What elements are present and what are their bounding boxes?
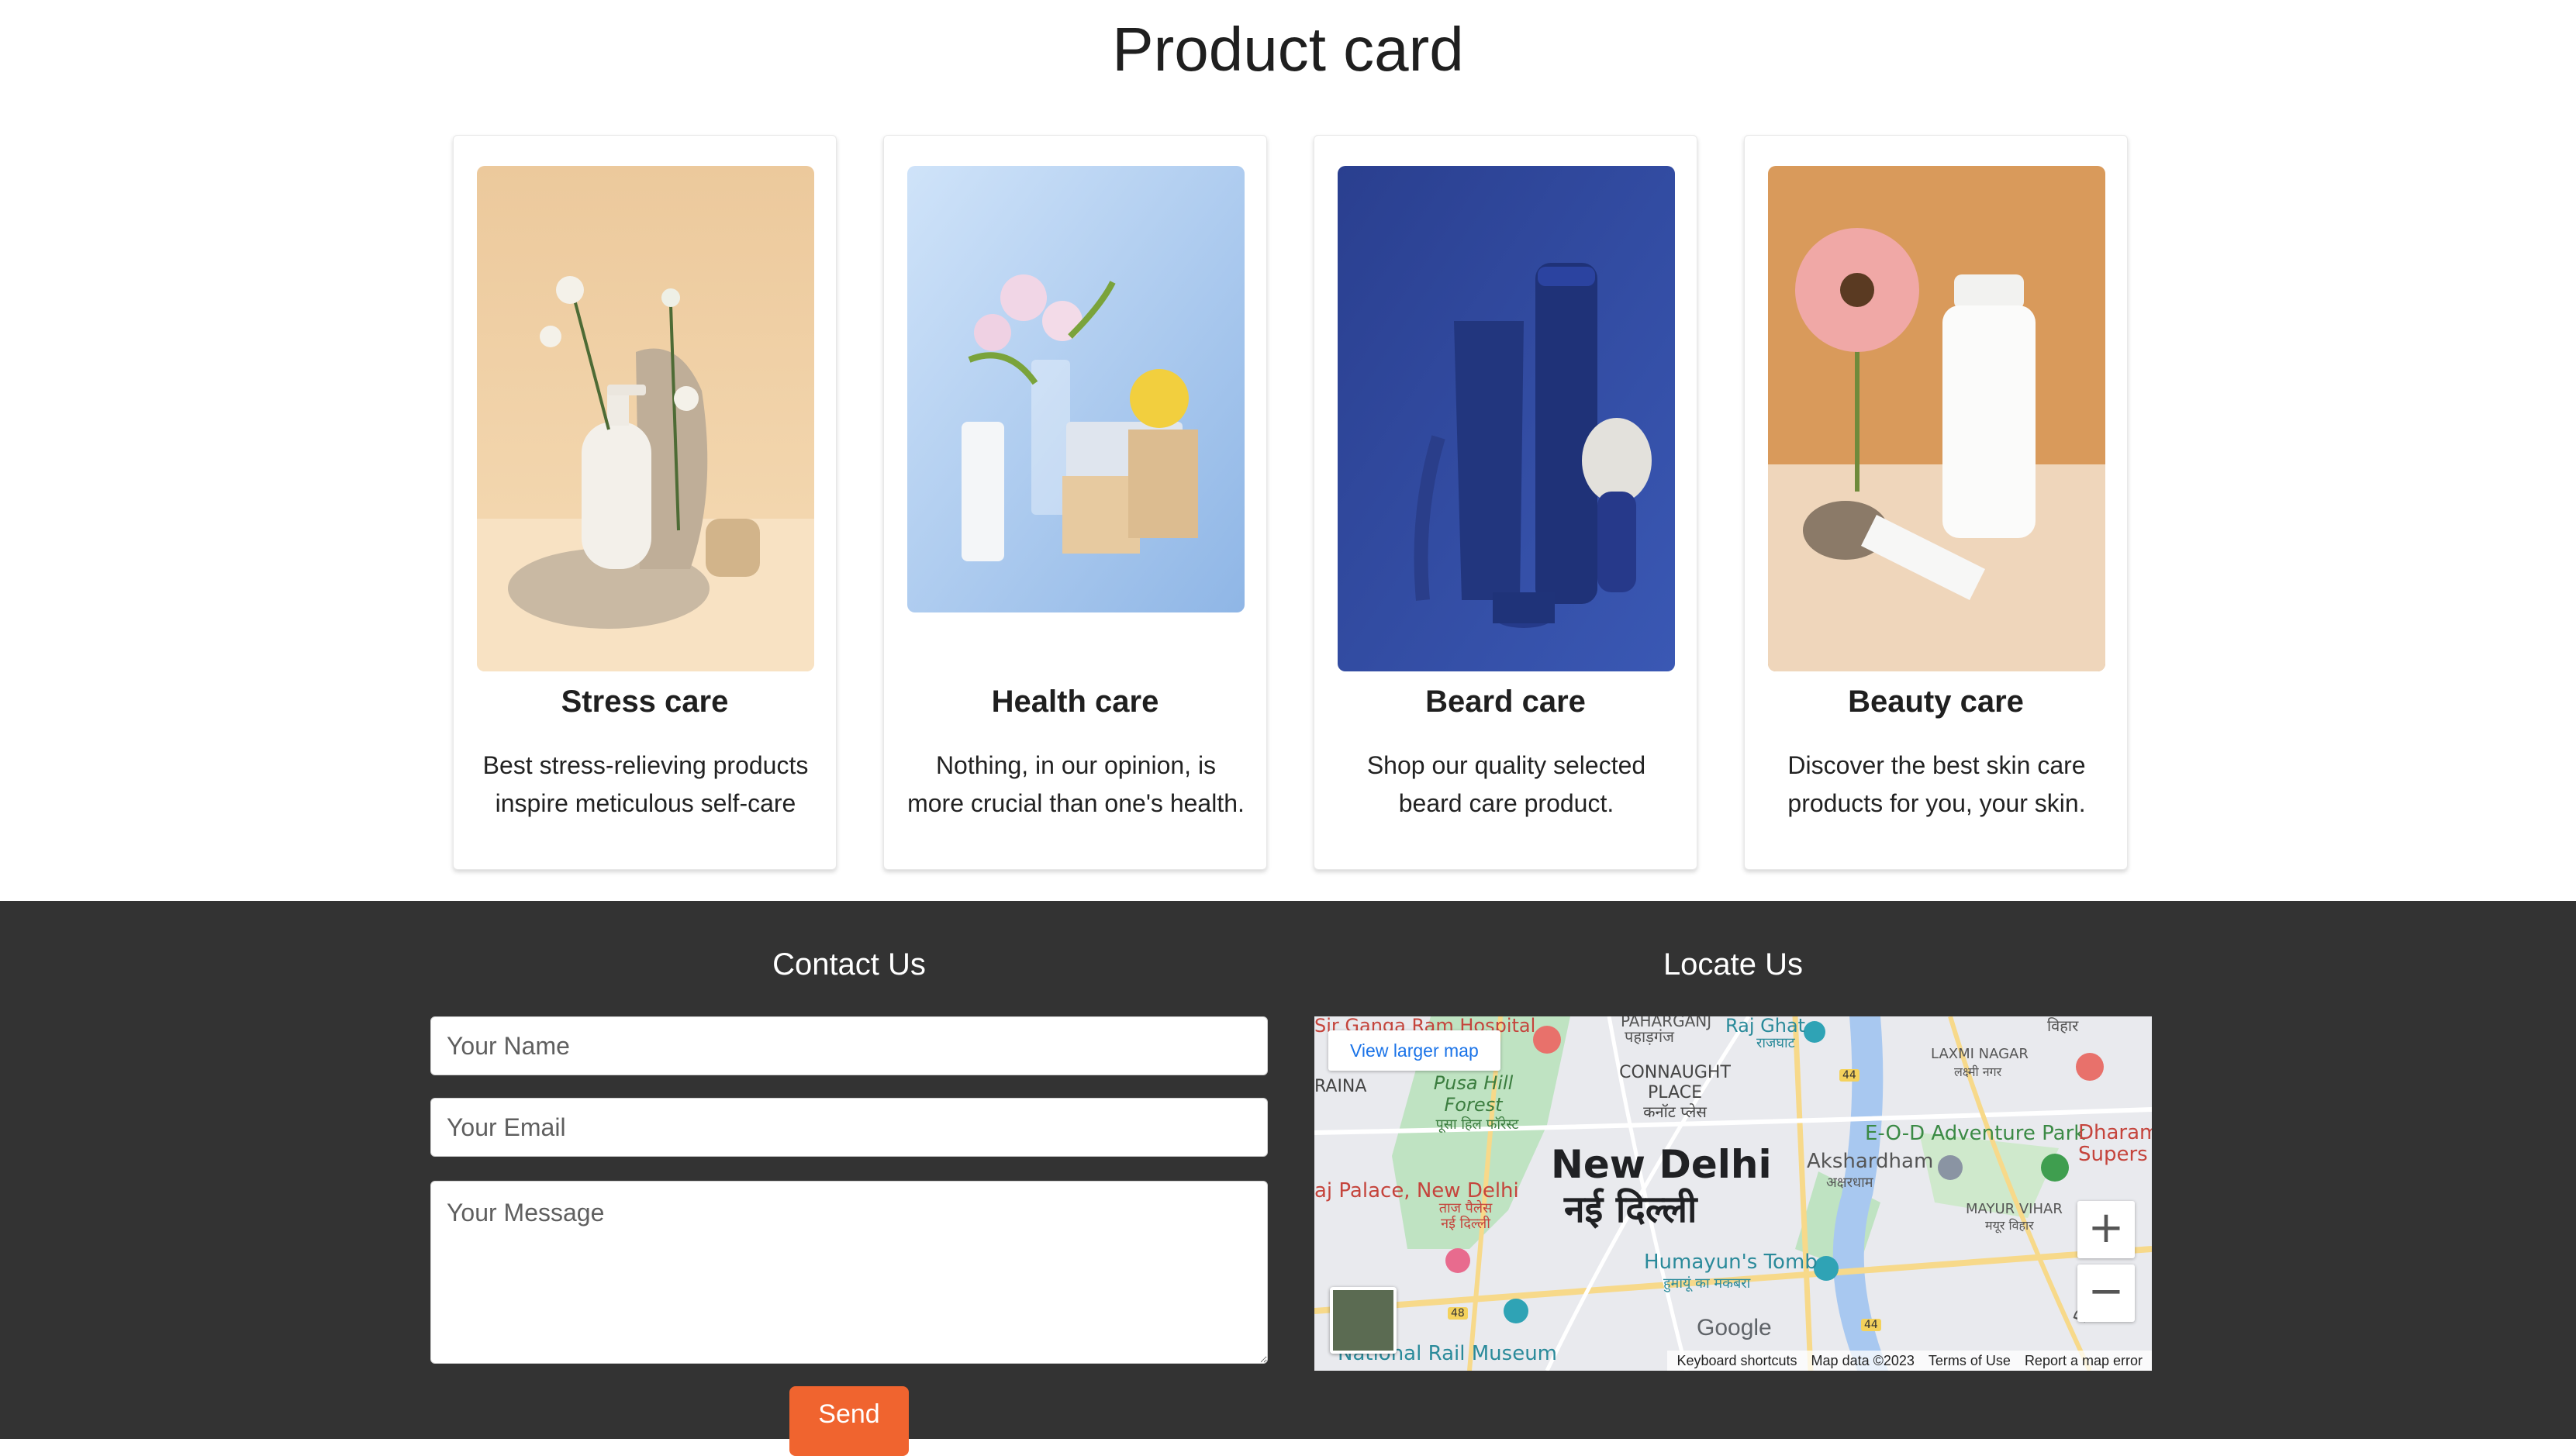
- footer: Contact Us Locate Us Send: [0, 901, 2576, 1456]
- map-city-label: New Delhi: [1551, 1142, 1772, 1187]
- map-label: हुमायूं का मकबरा: [1663, 1275, 1751, 1292]
- map-label: अक्षरधाम: [1826, 1175, 1873, 1191]
- page-title: Product card: [1112, 15, 1464, 84]
- product-card-beard-care[interactable]: Beard care Shop our quality selected bea…: [1314, 135, 1697, 870]
- map-label: RAINA: [1314, 1077, 1367, 1096]
- contact-heading: Contact Us: [772, 947, 926, 982]
- map-label: ताज पैलेस नई दिल्ली: [1438, 1200, 1493, 1232]
- beard-care-image: [1338, 166, 1675, 671]
- card-desc-line: Shop our quality selected: [1366, 751, 1646, 779]
- send-button[interactable]: Send: [789, 1386, 909, 1456]
- keyboard-shortcuts-link[interactable]: Keyboard shortcuts: [1676, 1351, 1797, 1371]
- card-desc-line: products for you, your skin.: [1787, 789, 2086, 817]
- card-title: Health care: [991, 685, 1159, 719]
- route-shield: 44: [1839, 1069, 1859, 1082]
- map-embed[interactable]: Sir Ganga Ram Hospital PAHARGANJ पहाड़गं…: [1314, 1016, 2152, 1371]
- terms-of-use-link[interactable]: Terms of Use: [1929, 1351, 2011, 1371]
- beauty-care-image: [1768, 166, 2105, 671]
- map-data-text: Map data ©2023: [1811, 1353, 1915, 1368]
- google-logo-text: Google: [1697, 1315, 1772, 1340]
- card-title: Beauty care: [1848, 685, 2024, 719]
- route-shield: 48: [1448, 1307, 1468, 1320]
- name-input[interactable]: [430, 1016, 1268, 1075]
- zoom-in-button[interactable]: +: [2077, 1201, 2135, 1258]
- card-desc-line: beard care product.: [1398, 789, 1614, 817]
- card-description: Nothing, in our opinion, is more crucial…: [900, 747, 1252, 823]
- map-city-label-hi: नई दिल्ली: [1564, 1188, 1697, 1231]
- email-input[interactable]: [430, 1098, 1268, 1157]
- product-cards: Stress care Best stress-relieving produc…: [453, 135, 2130, 871]
- map-label: कनॉट प्लेस: [1643, 1102, 1707, 1121]
- report-map-error-link[interactable]: Report a map error: [2025, 1351, 2143, 1371]
- map-label: CONNAUGHT PLACE: [1619, 1063, 1731, 1102]
- card-description: Shop our quality selected beard care pro…: [1330, 747, 1683, 823]
- map-label: E-O-D Adventure Park: [1865, 1122, 2086, 1145]
- card-desc-line: more crucial than one's health.: [907, 789, 1245, 817]
- card-description: Best stress-relieving products inspire m…: [469, 747, 822, 823]
- map-label: राजघाट: [1756, 1035, 1795, 1051]
- card-desc-line: Best stress-relieving products: [482, 751, 809, 779]
- zoom-out-button[interactable]: −: [2077, 1265, 2135, 1322]
- map-label: aj Palace, New Delhi: [1314, 1179, 1519, 1202]
- product-card-beauty-care[interactable]: Beauty care Discover the best skin care …: [1744, 135, 2128, 870]
- product-card-stress-care[interactable]: Stress care Best stress-relieving produc…: [453, 135, 837, 870]
- map-label: मयूर विहार: [1985, 1218, 2034, 1233]
- product-card-health-care[interactable]: Health care Nothing, in our opinion, is …: [883, 135, 1267, 870]
- map-label: LAXMI NAGAR: [1931, 1046, 2029, 1062]
- map-label: Pusa Hill Forest: [1433, 1072, 1514, 1116]
- card-desc-line: inspire meticulous self-care: [495, 789, 796, 817]
- route-shield: 44: [1861, 1319, 1881, 1331]
- map-label: लक्ष्मी नगर: [1954, 1064, 2002, 1079]
- map-label: विहार: [2047, 1016, 2079, 1035]
- stress-care-image: [477, 166, 814, 671]
- map-label: Humayun's Tomb: [1644, 1251, 1818, 1274]
- view-larger-map-link[interactable]: View larger map: [1328, 1030, 1500, 1071]
- card-desc-line: Discover the best skin care: [1787, 751, 2086, 779]
- map-label: MAYUR VIHAR: [1966, 1201, 2063, 1217]
- map-label: पूसा हिल फॉरेस्ट: [1435, 1116, 1519, 1133]
- card-desc-line: Nothing, in our opinion, is: [935, 751, 1217, 779]
- map-attribution: Keyboard shortcuts Map data ©2023 Terms …: [1667, 1351, 2152, 1371]
- map-label: Akshardham: [1807, 1150, 1934, 1173]
- satellite-toggle[interactable]: [1330, 1287, 1397, 1354]
- google-logo: Google: [1697, 1315, 1772, 1341]
- card-title: Stress care: [561, 685, 729, 719]
- message-textarea[interactable]: [430, 1181, 1268, 1364]
- map-label: Dharam Supers: [2078, 1121, 2152, 1166]
- health-care-image: [907, 166, 1245, 612]
- card-title: Beard care: [1425, 685, 1586, 719]
- locate-heading: Locate Us: [1663, 947, 1804, 982]
- card-description: Discover the best skin care products for…: [1760, 747, 2113, 823]
- map-label: पहाड़गंज: [1625, 1027, 1674, 1046]
